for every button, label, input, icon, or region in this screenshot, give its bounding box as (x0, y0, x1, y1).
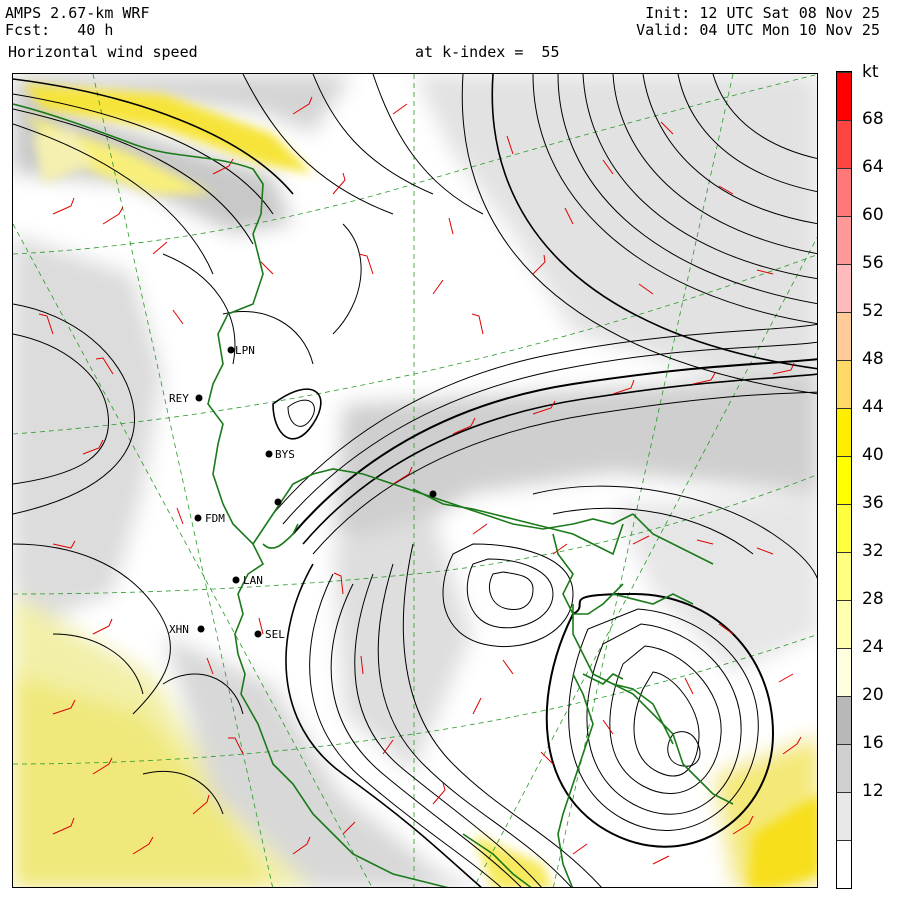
colorbar-tick-label: 32 (862, 541, 884, 561)
colorbar-tick-label: 56 (862, 253, 884, 273)
model-forecast-header: AMPS 2.67-km WRF Fcst: 40 h (5, 5, 150, 39)
colorbar-segment (837, 456, 851, 504)
variable-name: Horizontal wind speed (8, 43, 198, 61)
station-marker (274, 498, 282, 506)
colorbar-tick-label: 52 (862, 301, 884, 321)
forecast-hour: Fcst: 40 h (5, 21, 114, 39)
colorbar-tick-label: 40 (862, 445, 884, 465)
wind-speed-map: REY BYS FDM LAN XHN SEL LPN (12, 73, 818, 888)
init-valid-header: Init: 12 UTC Sat 08 Nov 25 Valid: 04 UTC… (636, 5, 880, 39)
colorbar-segment (837, 120, 851, 168)
colorbar-tick-label: 24 (862, 637, 884, 657)
wind-speed-colorbar (836, 71, 852, 889)
colorbar-segment (837, 600, 851, 648)
colorbar-tick-label: 44 (862, 397, 884, 417)
station-label-lpn: LPN (235, 344, 255, 357)
colorbar-segment (837, 552, 851, 600)
model-title: AMPS 2.67-km WRF (5, 4, 150, 22)
station-label-xhn: XHN (169, 623, 189, 636)
valid-time: Valid: 04 UTC Mon 10 Nov 25 (636, 21, 880, 39)
colorbar-tick-label: 16 (862, 733, 884, 753)
colorbar-segment (837, 408, 851, 456)
colorbar-segment (837, 696, 851, 744)
station-label-rey: REY (169, 392, 189, 405)
map-canvas: REY BYS FDM LAN XHN SEL LPN (13, 74, 817, 887)
colorbar-segment (837, 792, 851, 840)
colorbar-segment (837, 840, 851, 888)
colorbar-tick-label: 60 (862, 205, 884, 225)
colorbar-tick-label: 48 (862, 349, 884, 369)
colorbar-segment (837, 264, 851, 312)
colorbar-unit: kt (862, 62, 879, 82)
colorbar-segment (837, 360, 851, 408)
colorbar-tick-label: 28 (862, 589, 884, 609)
colorbar-tick-label: 64 (862, 157, 884, 177)
colorbar-tick-label: 20 (862, 685, 884, 705)
station-marker (429, 490, 437, 498)
init-time: Init: 12 UTC Sat 08 Nov 25 (645, 4, 880, 22)
colorbar-tick-label: 36 (862, 493, 884, 513)
station-label-sel: SEL (265, 628, 285, 641)
vertical-level: at k-index = 55 (415, 43, 560, 61)
colorbar-segment (837, 168, 851, 216)
station-label-lan: LAN (243, 574, 263, 587)
colorbar-segment (837, 648, 851, 696)
colorbar-tick-label: 68 (862, 109, 884, 129)
colorbar-segment (837, 312, 851, 360)
station-label-bys: BYS (275, 448, 295, 461)
wind-speed-shading (13, 74, 817, 887)
colorbar-segment (837, 72, 851, 120)
colorbar-segment (837, 216, 851, 264)
colorbar-segment (837, 504, 851, 552)
colorbar-tick-label: 12 (862, 781, 884, 801)
colorbar-segment (837, 744, 851, 792)
station-label-fdm: FDM (205, 512, 225, 525)
